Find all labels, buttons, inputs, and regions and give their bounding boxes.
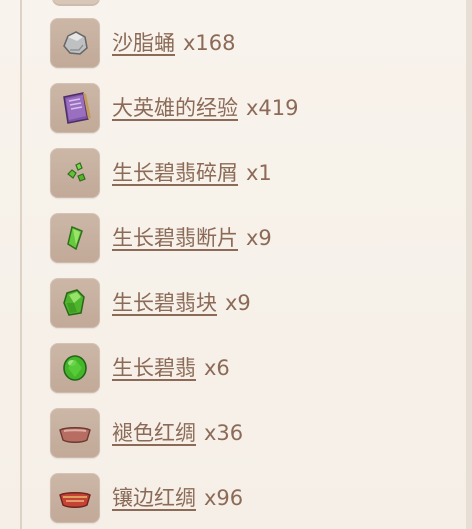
item-row[interactable]: 褪色红绸 x36 [50, 407, 243, 459]
jade-sliver-icon [58, 156, 92, 190]
book-icon [56, 89, 94, 127]
item-icon-tile [50, 18, 100, 68]
item-row[interactable]: 镶边红绸 x96 [50, 472, 243, 524]
item-name[interactable]: 沙脂蛹 [112, 32, 175, 54]
jade-gemstone-icon [57, 350, 93, 386]
item-row[interactable]: 生长碧翡碎屑 x1 [50, 147, 272, 199]
item-count: x6 [204, 355, 230, 380]
panel-right-edge [466, 0, 472, 529]
stone-icon [58, 26, 92, 60]
item-count: x9 [225, 290, 251, 315]
item-icon-tile [50, 213, 100, 263]
item-count: x168 [183, 30, 236, 55]
item-icon-tile [50, 408, 100, 458]
item-row[interactable]: 生长碧翡块 x9 [50, 277, 251, 329]
item-row[interactable]: 沙脂蛹 x168 [50, 17, 236, 69]
list-left-rail [20, 0, 22, 529]
jade-fragment-icon [58, 221, 92, 255]
item-row[interactable]: 生长碧翡 x6 [50, 342, 230, 394]
previous-item-tile [52, 0, 100, 6]
faded-silk-icon [56, 418, 94, 448]
item-name[interactable]: 生长碧翡块 [112, 292, 217, 314]
trimmed-silk-icon [56, 483, 94, 513]
item-count: x96 [204, 485, 244, 510]
item-row[interactable]: 生长碧翡断片 x9 [50, 212, 272, 264]
item-name[interactable]: 大英雄的经验 [112, 97, 238, 119]
item-name[interactable]: 褪色红绸 [112, 422, 196, 444]
item-count: x36 [204, 420, 244, 445]
item-name[interactable]: 生长碧翡断片 [112, 227, 238, 249]
item-icon-tile [50, 473, 100, 523]
item-name[interactable]: 生长碧翡 [112, 357, 196, 379]
item-icon-tile [50, 278, 100, 328]
item-name[interactable]: 生长碧翡碎屑 [112, 162, 238, 184]
item-count: x419 [246, 95, 299, 120]
item-name[interactable]: 镶边红绸 [112, 487, 196, 509]
item-count: x1 [246, 160, 272, 185]
jade-chunk-icon [57, 285, 93, 321]
item-icon-tile [50, 83, 100, 133]
item-row[interactable]: 大英雄的经验 x419 [50, 82, 299, 134]
item-icon-tile [50, 343, 100, 393]
item-count: x9 [246, 225, 272, 250]
item-icon-tile [50, 148, 100, 198]
inventory-list-panel: 沙脂蛹 x168 大英雄的经验 x419 生长碧翡碎屑 x1 生长碧翡断片 x9… [0, 0, 472, 529]
